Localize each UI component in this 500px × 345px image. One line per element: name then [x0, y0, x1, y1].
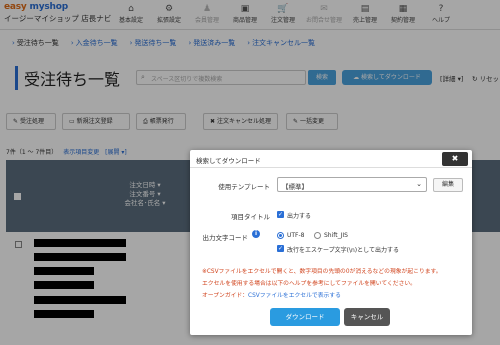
dialog-divider [190, 167, 472, 168]
escape-newline-checkbox[interactable]: ✓ [277, 245, 284, 252]
edit-template-button[interactable]: 編集 [433, 178, 463, 192]
download-dialog: 検索してダウンロード ✖ 使用テンプレート 【標準】 ⌄ 編集 項目タイトル ✓… [190, 150, 472, 335]
cancel-button[interactable]: キャンセル [344, 308, 390, 326]
escape-newline-label: 改行をエスケープ文字(\n)として出力する [287, 247, 399, 254]
info-icon[interactable]: i [252, 230, 260, 238]
template-value: 【標準】 [282, 183, 308, 191]
dialog-title: 検索してダウンロード [196, 157, 261, 165]
sjis-label: Shift_JIS [324, 232, 348, 239]
template-label: 使用テンプレート [218, 183, 270, 191]
utf8-radio[interactable] [277, 232, 284, 239]
encoding-label: 出力文字コード [202, 234, 249, 242]
csv-note-2: エクセルを使用する場合は以下のヘルプを参考にしてファイルを開いてください。 [202, 281, 416, 287]
guide-prefix: オープンガイド： [202, 293, 249, 299]
open-guide: オープンガイド：CSVファイルをエクセルで表示する [202, 290, 341, 299]
close-button[interactable]: ✖ [442, 152, 468, 166]
sjis-radio[interactable] [314, 232, 321, 239]
csv-note-1: ※CSVファイルをエクセルで開くと、数字項目の先頭の0が消えるなどの現象が起こり… [202, 269, 442, 275]
item-title-option: 出力する [287, 213, 312, 220]
utf8-label: UTF-8 [287, 232, 305, 239]
template-select[interactable]: 【標準】 ⌄ [277, 177, 427, 192]
item-title-label: 項目タイトル [231, 213, 270, 221]
guide-link[interactable]: CSVファイルをエクセルで表示する [248, 293, 341, 299]
chevron-down-icon: ⌄ [416, 180, 422, 188]
download-button[interactable]: ダウンロード [270, 308, 340, 326]
item-title-checkbox[interactable]: ✓ [277, 211, 284, 218]
